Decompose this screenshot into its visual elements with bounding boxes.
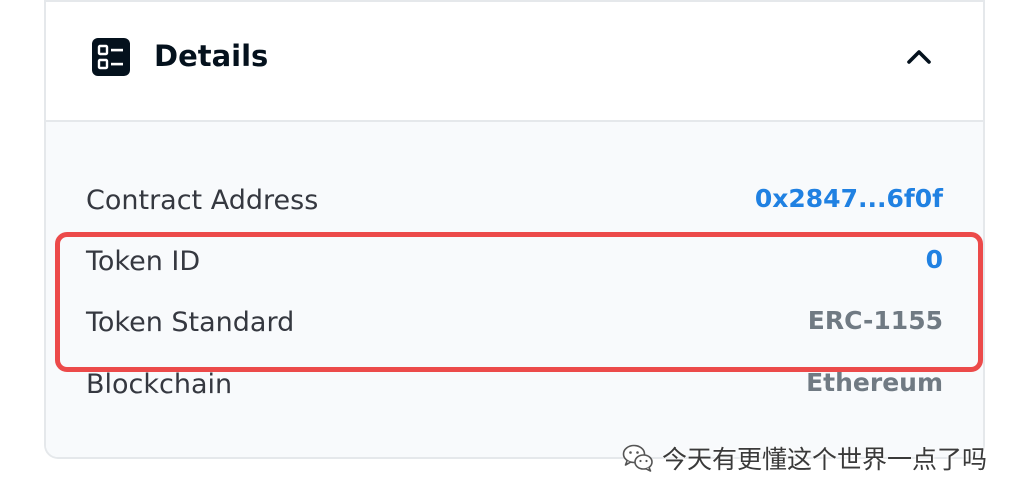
detail-row-blockchain: Blockchain Ethereum (86, 365, 943, 405)
detail-row-token-standard: Token Standard ERC-1155 (86, 303, 943, 343)
wechat-icon (622, 444, 653, 472)
chevron-up-icon[interactable] (905, 44, 933, 68)
blockchain-label: Blockchain (86, 369, 233, 400)
details-panel: Details Contract Address 0x2847...6f0f T… (44, 0, 985, 459)
detail-row-token-id: Token ID 0 (86, 242, 943, 282)
contract-address-link[interactable]: 0x2847...6f0f (755, 179, 943, 219)
watermark: 今天有更懂这个世界一点了吗 (622, 440, 987, 476)
details-body: Contract Address 0x2847...6f0f Token ID … (46, 122, 983, 457)
section-title: Details (154, 39, 269, 73)
watermark-text: 今天有更懂这个世界一点了吗 (662, 445, 988, 474)
detail-row-contract-address: Contract Address 0x2847...6f0f (86, 181, 943, 221)
details-header[interactable]: Details (46, 2, 983, 122)
token-standard-value: ERC-1155 (807, 306, 943, 335)
token-id-link[interactable]: 0 (926, 240, 943, 280)
contract-address-label: Contract Address (86, 185, 319, 216)
token-id-label: Token ID (86, 246, 201, 277)
token-standard-label: Token Standard (86, 307, 295, 338)
blockchain-value: Ethereum (806, 368, 943, 397)
details-list-icon (92, 38, 130, 76)
